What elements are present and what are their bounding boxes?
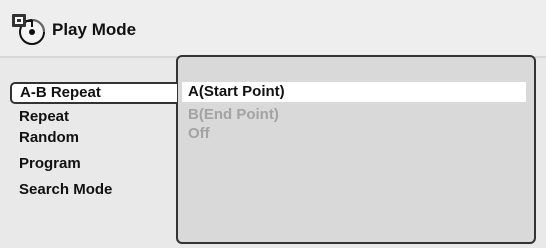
menu-item-repeat[interactable]: Repeat [14,106,69,128]
option-a-start-point[interactable]: A(Start Point) [182,82,526,102]
header-bar: Play Mode [0,0,546,56]
option-off: Off [188,125,210,142]
menu-item-search-mode[interactable]: Search Mode [14,179,112,201]
option-b-end-point: B(End Point) [188,106,279,123]
page-title: Play Mode [52,20,137,39]
menu-item-ab-repeat[interactable]: A-B Repeat [10,82,177,104]
disc-settings-icon [12,14,45,45]
play-mode-screen: Play Mode A-B Repeat Repeat Random Progr… [0,0,546,248]
menu-item-random[interactable]: Random [14,127,79,149]
menu-item-program[interactable]: Program [14,153,81,175]
